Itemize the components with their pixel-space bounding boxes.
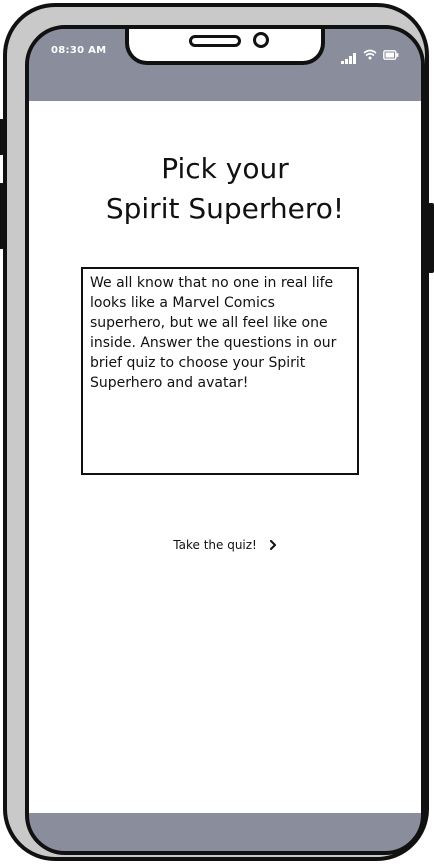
- title-line-1: Pick your: [161, 152, 289, 185]
- battery-icon: [383, 45, 399, 64]
- speaker-grille: [189, 35, 241, 47]
- take-quiz-link[interactable]: Take the quiz!: [29, 538, 421, 553]
- volume-down-button: [0, 183, 4, 249]
- phone-screen-bezel: 08:30 AM Pick your Spirit Superhero! We …: [25, 25, 425, 855]
- front-camera: [253, 32, 269, 48]
- power-button: [428, 203, 434, 273]
- app-screen: Pick your Spirit Superhero! We all know …: [29, 101, 421, 813]
- page-title: Pick your Spirit Superhero!: [29, 149, 421, 229]
- chevron-right-icon: [269, 538, 277, 553]
- signal-icon: [341, 53, 357, 64]
- volume-up-button: [0, 119, 4, 155]
- wifi-icon: [363, 45, 377, 64]
- take-quiz-label: Take the quiz!: [173, 538, 257, 552]
- status-time: 08:30 AM: [51, 45, 107, 56]
- status-icons: [341, 45, 399, 64]
- intro-text-box: We all know that no one in real life loo…: [81, 267, 359, 475]
- title-line-2: Spirit Superhero!: [105, 192, 345, 225]
- status-bar: 08:30 AM: [29, 29, 421, 101]
- notch: [125, 29, 325, 65]
- phone-frame: 08:30 AM Pick your Spirit Superhero! We …: [0, 3, 434, 861]
